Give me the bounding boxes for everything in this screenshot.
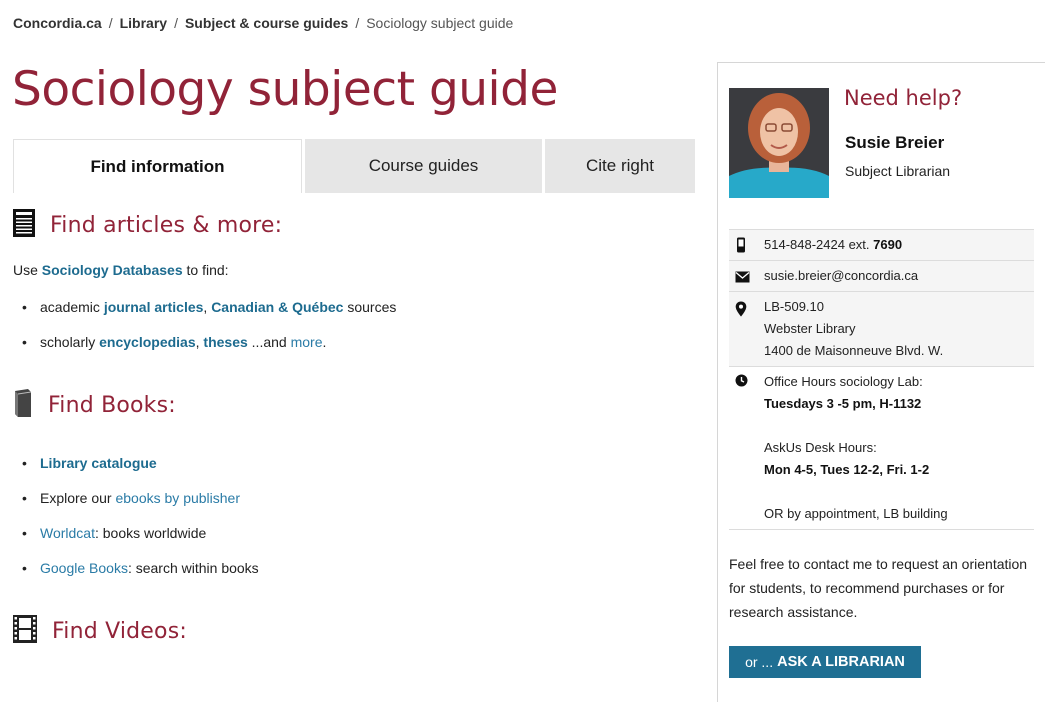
ask-button-prefix: or ... — [745, 654, 774, 670]
list-item: Google Books: search within books — [13, 558, 259, 593]
list-item: academic journal articles, Canadian & Qu… — [13, 297, 396, 332]
more-link[interactable]: more — [291, 334, 323, 350]
breadcrumb-link-library[interactable]: Library — [120, 15, 167, 31]
breadcrumb-link-guides[interactable]: Subject & course guides — [185, 15, 348, 31]
sociology-databases-link[interactable]: Sociology Databases — [42, 262, 183, 278]
encyclopedias-link[interactable]: encyclopedias — [99, 334, 196, 350]
hours-text: Office Hours sociology Lab: Tuesdays 3 -… — [764, 371, 948, 525]
clock-icon — [735, 374, 748, 392]
theses-link[interactable]: theses — [203, 334, 247, 350]
section-videos-title: Find Videos: — [52, 619, 187, 644]
bullet-suffix: sources — [343, 299, 397, 315]
need-help-heading: Need help? — [844, 86, 963, 110]
ebooks-by-publisher-link[interactable]: ebooks by publisher — [115, 490, 240, 506]
articles-intro-suffix: to find: — [182, 262, 229, 278]
location-line: Webster Library — [764, 321, 856, 336]
tab-course-guides[interactable]: Course guides — [305, 139, 542, 193]
contact-location-row: LB-509.10 Webster Library 1400 de Maison… — [729, 291, 1034, 366]
film-icon — [12, 614, 38, 649]
ask-button-label: ASK A LIBRARIAN — [777, 654, 905, 670]
library-catalogue-link[interactable]: Library catalogue — [40, 455, 157, 471]
page-title: Sociology subject guide — [12, 62, 558, 117]
phone-text: 514-848-2424 ext. 7690 — [764, 234, 902, 256]
journal-articles-link[interactable]: journal articles — [104, 299, 204, 315]
tab-bar: Find information Course guides Cite righ… — [13, 139, 695, 193]
articles-intro-prefix: Use — [13, 262, 42, 278]
list-item: scholarly encyclopedias, theses ...and m… — [13, 332, 396, 367]
office-hours-value: Tuesdays 3 -5 pm, H-1132 — [764, 396, 922, 411]
bullet-suffix: : search within books — [127, 560, 259, 576]
bullet-suffix: . — [322, 334, 327, 350]
location-text: LB-509.10 Webster Library 1400 de Maison… — [764, 296, 943, 362]
office-hours-label: Office Hours sociology Lab: — [764, 374, 923, 389]
librarian-name: Susie Breier — [845, 133, 945, 152]
google-books-link[interactable]: Google Books — [40, 560, 128, 576]
worldcat-link[interactable]: Worldcat — [40, 525, 95, 541]
breadcrumb-separator: / — [108, 15, 113, 31]
articles-list: academic journal articles, Canadian & Qu… — [13, 297, 396, 367]
bullet-prefix: scholarly — [40, 334, 100, 350]
bullet-prefix: academic — [40, 299, 104, 315]
envelope-icon — [735, 270, 750, 288]
ask-a-librarian-button[interactable]: or ... ASK A LIBRARIAN — [729, 646, 921, 678]
breadcrumb-separator: / — [174, 15, 178, 31]
map-pin-icon — [735, 301, 747, 322]
phone-icon — [735, 237, 747, 258]
askus-hours-value: Mon 4-5, Tues 12-2, Fri. 1-2 — [764, 462, 930, 477]
phone-number: 514-848-2424 ext. — [764, 237, 874, 252]
librarian-role: Subject Librarian — [845, 163, 951, 179]
bullet-middle: ...and — [247, 334, 291, 350]
email-link[interactable]: susie.breier@concordia.ca — [764, 265, 918, 287]
contact-phone-row: 514-848-2424 ext. 7690 — [729, 229, 1034, 260]
section-books-title: Find Books: — [48, 393, 176, 418]
contact-hours-row: Office Hours sociology Lab: Tuesdays 3 -… — [729, 366, 1034, 530]
contact-note: Feel free to contact me to request an or… — [729, 556, 1028, 620]
book-icon — [12, 388, 34, 423]
list-item: Explore our ebooks by publisher — [13, 488, 259, 523]
list-item: Worldcat: books worldwide — [13, 523, 259, 558]
section-books-heading: Find Books: — [12, 388, 176, 423]
section-articles-heading: Find articles & more: — [12, 208, 282, 243]
section-articles-title: Find articles & more: — [50, 213, 283, 238]
location-line: LB-509.10 — [764, 299, 824, 314]
breadcrumb-separator: / — [355, 15, 360, 31]
section-videos-heading: Find Videos: — [12, 614, 187, 649]
appointment-note: OR by appointment, LB building — [764, 506, 948, 521]
books-list: Library catalogue Explore our ebooks by … — [13, 453, 259, 593]
tab-find-information[interactable]: Find information — [13, 139, 302, 193]
canadian-quebec-link[interactable]: Canadian & Québec — [211, 299, 343, 315]
articles-intro: Use Sociology Databases to find: — [13, 262, 229, 278]
avatar — [729, 88, 829, 198]
location-line: 1400 de Maisonneuve Blvd. W. — [764, 343, 944, 358]
breadcrumb-current: Sociology subject guide — [366, 15, 514, 31]
bullet-suffix: : books worldwide — [94, 525, 207, 541]
list-item: Library catalogue — [13, 453, 259, 488]
breadcrumb: Concordia.ca / Library / Subject & course gu… — [13, 15, 513, 31]
contact-email-row: susie.breier@concordia.ca — [729, 260, 1034, 291]
bullet-prefix: Explore our — [40, 490, 116, 506]
askus-hours-label: AskUs Desk Hours: — [764, 440, 877, 455]
phone-extension: 7690 — [873, 237, 903, 252]
tab-cite-right[interactable]: Cite right — [545, 139, 695, 193]
breadcrumb-link-concordia[interactable]: Concordia.ca — [13, 15, 102, 31]
newspaper-icon — [12, 208, 36, 243]
